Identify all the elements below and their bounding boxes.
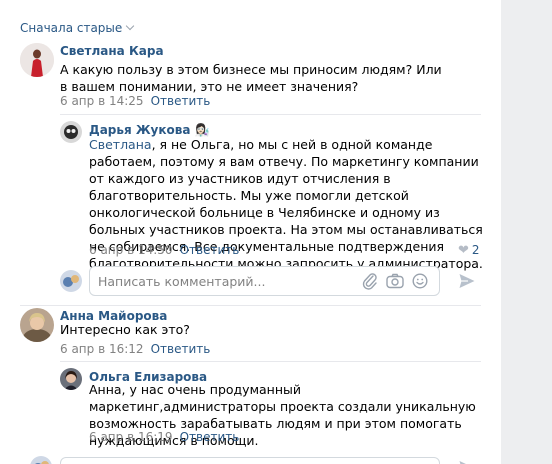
- comment-input-placeholder: Написать комментарий...: [98, 274, 266, 289]
- comment-meta: 6 апр в 16:12 Ответить: [60, 342, 210, 356]
- like-count: 2: [471, 243, 480, 257]
- comment-meta: 6 апр в 14:50 Ответить: [89, 243, 239, 257]
- divider: [60, 114, 481, 115]
- avatar-image: [60, 368, 82, 390]
- avatar[interactable]: [20, 308, 54, 342]
- reply-link[interactable]: Ответить: [180, 430, 240, 444]
- comment-meta: 6 апр в 14:25 Ответить: [60, 94, 210, 108]
- sort-dropdown[interactable]: Сначала старые: [20, 21, 135, 35]
- avatar-image: [60, 121, 82, 143]
- my-avatar: [60, 270, 82, 292]
- comment-text: А какую пользу в этом бизнесе мы приноси…: [60, 62, 442, 94]
- comment-date[interactable]: 6 апр в 16:12: [60, 342, 144, 356]
- divider: [20, 305, 481, 306]
- comment-meta: 6 апр в 16:19 Ответить: [89, 430, 239, 444]
- reply-link[interactable]: Ответить: [151, 342, 211, 356]
- my-avatar: [30, 456, 52, 464]
- divider: [60, 361, 481, 362]
- avatar-image: [20, 308, 54, 342]
- comment-date[interactable]: 6 апр в 14:25: [60, 94, 144, 108]
- paperclip-icon[interactable]: [362, 272, 378, 293]
- reply-link[interactable]: Ответить: [180, 243, 240, 257]
- comments-panel: Сначала старые Светлана Кара А какую пол…: [0, 0, 501, 464]
- avatar[interactable]: [20, 43, 54, 77]
- comment-author[interactable]: Светлана Кара: [60, 44, 164, 58]
- mention-link[interactable]: Светлана: [89, 137, 152, 152]
- page-background: [501, 0, 552, 464]
- comment-author-name: Дарья Жукова: [89, 123, 191, 137]
- avatar[interactable]: [60, 121, 82, 143]
- chevron-down-icon: [126, 21, 135, 31]
- avatar-image: [20, 43, 54, 77]
- comment-date[interactable]: 6 апр в 16:19: [89, 430, 173, 444]
- send-icon[interactable]: [458, 272, 476, 293]
- comment-input[interactable]: [60, 457, 440, 464]
- avatar-image: [30, 456, 52, 464]
- camera-icon[interactable]: [386, 273, 404, 292]
- like-button[interactable]: ❤ 2: [458, 243, 480, 258]
- sort-label: Сначала старые: [20, 21, 123, 35]
- reply-link[interactable]: Ответить: [151, 94, 211, 108]
- author-emoji: 👩🏻‍🔬: [194, 123, 210, 137]
- comment-date[interactable]: 6 апр в 14:50: [89, 243, 173, 257]
- send-icon[interactable]: [458, 459, 476, 464]
- comment-author[interactable]: Дарья Жукова 👩🏻‍🔬: [89, 123, 210, 137]
- comment-text: Интересно как это?: [60, 322, 190, 337]
- heart-icon: ❤: [458, 243, 469, 258]
- avatar-image: [60, 270, 82, 292]
- avatar[interactable]: [60, 368, 82, 390]
- emoji-icon[interactable]: [412, 273, 428, 292]
